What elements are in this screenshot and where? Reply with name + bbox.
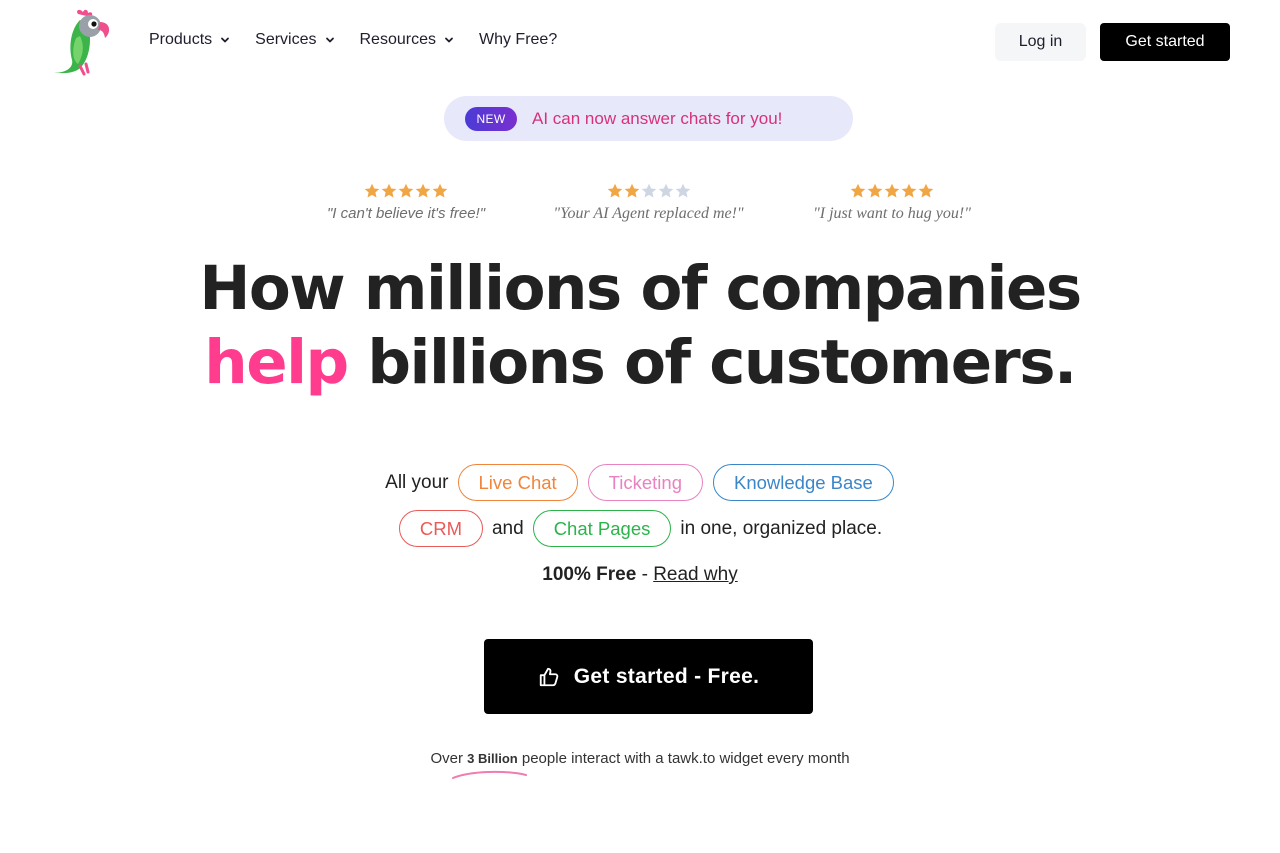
pricing-separator: - bbox=[636, 564, 654, 585]
stat-pre: Over bbox=[430, 750, 468, 767]
free-text: 100% Free bbox=[542, 564, 637, 585]
features-row-1: All your Live Chat Ticketing Knowledge B… bbox=[0, 464, 1280, 501]
star-filled-icon bbox=[607, 183, 622, 198]
review-quote: "I can't believe it's free!" bbox=[326, 205, 486, 222]
thumbs-up-icon bbox=[539, 667, 559, 686]
features-suffix: in one, organized place. bbox=[680, 517, 883, 539]
get-started-button[interactable]: Get started bbox=[1100, 23, 1230, 61]
star-filled-icon bbox=[364, 183, 380, 198]
review-1: "I can't believe it's free!" bbox=[312, 183, 500, 222]
review-quote: "I just want to hug you!" bbox=[813, 205, 971, 222]
chip-live-chat[interactable]: Live Chat bbox=[457, 464, 578, 501]
star-filled-icon bbox=[415, 183, 431, 198]
star-empty-icon bbox=[658, 183, 673, 198]
stat-highlight: 3 Billion bbox=[467, 751, 518, 766]
star-filled-icon bbox=[884, 183, 900, 198]
star-filled-icon bbox=[624, 183, 639, 198]
highlight-swoosh bbox=[452, 770, 527, 779]
star-empty-icon bbox=[641, 183, 656, 198]
chip-chat-pages[interactable]: Chat Pages bbox=[532, 510, 672, 547]
star-filled-icon bbox=[867, 183, 883, 198]
nav-links: Products Services Resources Why Free? bbox=[149, 31, 582, 49]
headline-accent-word: help bbox=[204, 327, 349, 398]
nav-item-why-free[interactable]: Why Free? bbox=[479, 31, 557, 49]
chip-crm[interactable]: CRM bbox=[398, 510, 483, 547]
chevron-down-icon bbox=[445, 37, 453, 43]
features-prefix: All your bbox=[385, 471, 449, 493]
chevron-down-icon bbox=[325, 37, 334, 43]
login-button[interactable]: Log in bbox=[995, 23, 1086, 61]
review-quote: "Your AI Agent replaced me!" bbox=[553, 205, 744, 222]
new-badge: NEW bbox=[465, 106, 517, 131]
announcement-pill[interactable]: NEW AI can now answer chats for you! bbox=[444, 96, 853, 141]
star-filled-icon bbox=[398, 183, 414, 198]
stat-post: people interact with a tawk.to widget ev… bbox=[517, 750, 850, 767]
nav-item-label: Resources bbox=[359, 31, 436, 48]
review-3: "I just want to hug you!" bbox=[809, 183, 975, 223]
star-empty-icon bbox=[675, 183, 690, 198]
nav-item-resources[interactable]: Resources bbox=[360, 31, 454, 49]
star-filled-icon bbox=[432, 183, 448, 198]
features-and: and bbox=[491, 517, 524, 539]
star-rating bbox=[809, 183, 975, 201]
nav-item-label: Why Free? bbox=[478, 31, 558, 48]
nav-item-products[interactable]: Products bbox=[149, 31, 230, 49]
star-filled-icon bbox=[918, 183, 934, 198]
star-rating bbox=[312, 183, 500, 201]
nav-item-services[interactable]: Services bbox=[255, 31, 334, 49]
star-filled-icon bbox=[901, 183, 917, 198]
chip-knowledge-base[interactable]: Knowledge Base bbox=[713, 464, 894, 501]
read-why-link[interactable]: Read why bbox=[653, 564, 738, 585]
headline-line-1: How millions of companies bbox=[199, 253, 1082, 324]
nav-item-label: Products bbox=[149, 31, 213, 48]
top-navigation: Products Services Resources Why Free? Lo… bbox=[0, 0, 1280, 84]
announcement-text: AI can now answer chats for you! bbox=[532, 108, 783, 128]
get-started-free-button[interactable]: Get started - Free. bbox=[484, 639, 813, 714]
features-row-2: CRM and Chat Pages in one, organized pla… bbox=[0, 510, 1280, 547]
stat-line: Over 3 Billion people interact with a ta… bbox=[0, 750, 1280, 767]
chip-ticketing[interactable]: Ticketing bbox=[587, 464, 703, 501]
chevron-down-icon bbox=[221, 37, 230, 43]
pricing-line: 100% Free - Read why bbox=[0, 564, 1280, 586]
star-filled-icon bbox=[850, 183, 866, 198]
parrot-logo[interactable] bbox=[50, 8, 116, 78]
review-2: "Your AI Agent replaced me!" bbox=[547, 183, 750, 223]
nav-item-label: Services bbox=[255, 31, 317, 48]
star-rating bbox=[547, 183, 750, 201]
star-filled-icon bbox=[381, 183, 397, 198]
headline-line-2: billions of customers. bbox=[347, 327, 1077, 398]
cta-label: Get started - Free. bbox=[573, 664, 760, 688]
hero-headline: How millions of companies help billions … bbox=[0, 252, 1280, 400]
